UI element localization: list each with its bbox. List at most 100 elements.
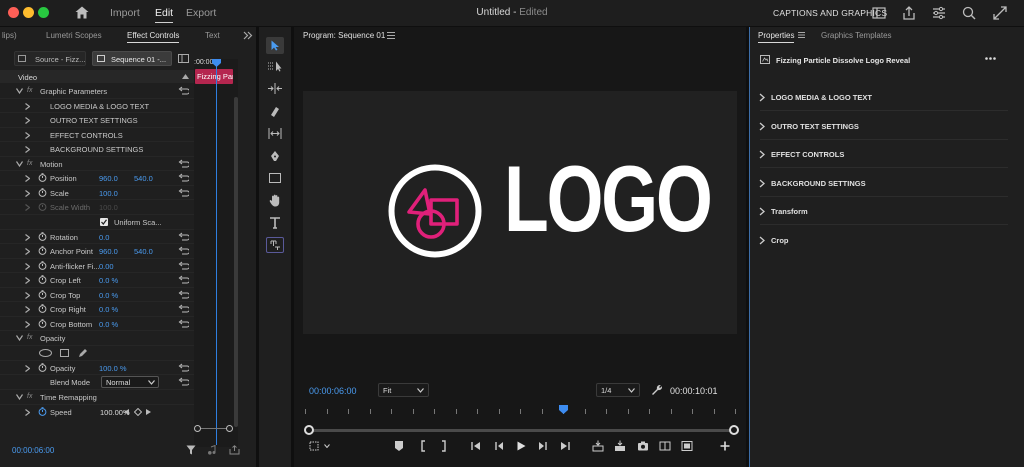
reset-icon[interactable] bbox=[178, 188, 189, 198]
go-to-in-icon[interactable] bbox=[470, 440, 482, 452]
anchor-y-value[interactable]: 540.0 bbox=[134, 247, 153, 256]
reset-icon[interactable] bbox=[178, 232, 189, 242]
menu-icon[interactable] bbox=[387, 32, 395, 39]
next-keyframe-icon[interactable] bbox=[146, 408, 151, 415]
fit-dropdown[interactable]: Fit bbox=[378, 383, 429, 397]
video-preview[interactable]: LOGO bbox=[303, 91, 737, 334]
row-motion[interactable]: fx Motion bbox=[0, 157, 194, 171]
ellipse-mask-icon[interactable] bbox=[39, 348, 52, 357]
row-scale[interactable]: Scale 100.0 bbox=[0, 186, 194, 200]
add-keyframe-icon[interactable] bbox=[134, 407, 142, 416]
panel-layout-icon[interactable] bbox=[871, 5, 887, 21]
chevron-right-icon[interactable] bbox=[25, 262, 30, 270]
row-blend-mode[interactable]: Blend Mode Normal bbox=[0, 375, 194, 390]
resolution-dropdown[interactable]: 1/4 bbox=[596, 383, 640, 397]
safe-margins-icon[interactable] bbox=[308, 440, 320, 452]
reset-icon[interactable] bbox=[178, 290, 189, 300]
chevron-right-icon[interactable] bbox=[25, 277, 30, 284]
effect-controls-timecode[interactable]: 00:00:06:00 bbox=[12, 446, 54, 455]
tab-lumetri-scopes[interactable]: Lumetri Scopes bbox=[46, 31, 102, 40]
crop-bottom-value[interactable]: 0.0 % bbox=[99, 320, 118, 329]
opacity-value[interactable]: 100.0 % bbox=[99, 364, 127, 373]
mark-out-icon[interactable] bbox=[437, 440, 449, 452]
stopwatch-icon[interactable] bbox=[38, 304, 47, 313]
monitor-zoom-bar[interactable] bbox=[310, 429, 734, 432]
crop-top-value[interactable]: 0.0 % bbox=[99, 291, 118, 300]
nav-edit[interactable]: Edit bbox=[155, 7, 174, 23]
row-crop-top[interactable]: Crop Top 0.0 % bbox=[0, 288, 194, 302]
row-anti-flicker[interactable]: Anti-flicker Fi... 0.00 bbox=[0, 259, 194, 273]
scale-value[interactable]: 100.0 bbox=[99, 189, 118, 198]
reset-icon[interactable] bbox=[178, 261, 189, 271]
comparison-view-icon[interactable] bbox=[659, 440, 671, 452]
close-window-button[interactable] bbox=[8, 7, 19, 18]
row-background-settings[interactable]: BACKGROUND SETTINGS bbox=[0, 142, 194, 157]
tab-text[interactable]: Text bbox=[205, 31, 220, 40]
chevron-right-icon[interactable] bbox=[25, 175, 30, 182]
hand-tool-icon[interactable] bbox=[269, 194, 281, 207]
anchor-x-value[interactable]: 960.0 bbox=[99, 247, 118, 256]
stopwatch-icon[interactable] bbox=[38, 173, 47, 182]
selection-tool[interactable] bbox=[266, 37, 284, 54]
mark-in-icon[interactable] bbox=[418, 440, 430, 452]
add-button-icon[interactable] bbox=[719, 440, 731, 452]
section-crop[interactable]: Crop bbox=[759, 229, 1008, 254]
row-time-remapping[interactable]: fx Time Remapping bbox=[0, 390, 194, 405]
chevron-right-icon[interactable] bbox=[25, 291, 30, 299]
reset-icon[interactable] bbox=[178, 304, 189, 314]
stopwatch-icon[interactable] bbox=[38, 275, 47, 284]
row-crop-bottom[interactable]: Crop Bottom 0.0 % bbox=[0, 317, 194, 331]
insert-icon[interactable] bbox=[592, 440, 604, 452]
tab-properties[interactable]: Properties bbox=[758, 31, 795, 43]
anti-flicker-value[interactable]: 0.00 bbox=[99, 262, 114, 271]
playhead-handle-icon[interactable] bbox=[212, 59, 221, 67]
zoom-bar-handle-right[interactable] bbox=[729, 425, 739, 435]
section-outro-text[interactable]: OUTRO TEXT SETTINGS bbox=[759, 115, 1008, 140]
maximize-window-button[interactable] bbox=[38, 7, 49, 18]
section-effect-controls[interactable]: EFFECT CONTROLS bbox=[759, 143, 1008, 168]
fullscreen-icon[interactable] bbox=[992, 5, 1008, 21]
export-frame-icon[interactable] bbox=[637, 440, 649, 452]
mini-playhead[interactable] bbox=[216, 61, 217, 445]
section-logo-media[interactable]: LOGO MEDIA & LOGO TEXT bbox=[759, 86, 1008, 111]
chevron-down-icon[interactable] bbox=[16, 160, 23, 167]
chevron-right-icon[interactable] bbox=[25, 117, 30, 124]
pen-mask-icon[interactable] bbox=[78, 348, 88, 358]
stopwatch-icon[interactable] bbox=[38, 246, 47, 255]
time-ruler[interactable] bbox=[305, 408, 736, 418]
stopwatch-icon[interactable] bbox=[38, 406, 47, 416]
position-x-value[interactable]: 960.0 bbox=[99, 174, 118, 183]
more-panels-icon[interactable] bbox=[243, 31, 253, 40]
stopwatch-icon[interactable] bbox=[38, 187, 47, 197]
source-clip-tab[interactable]: Source - Fizz... bbox=[14, 51, 86, 66]
stopwatch-icon[interactable] bbox=[38, 362, 47, 372]
stopwatch-icon[interactable] bbox=[38, 318, 47, 328]
menu-icon[interactable] bbox=[798, 32, 805, 38]
chevron-right-icon[interactable] bbox=[25, 408, 30, 416]
row-anchor-point[interactable]: Anchor Point 960.0 540.0 bbox=[0, 244, 194, 259]
step-back-icon[interactable] bbox=[493, 440, 505, 452]
slip-icon[interactable] bbox=[268, 128, 282, 139]
row-position[interactable]: Position 960.0 540.0 bbox=[0, 171, 194, 186]
chevron-down-icon[interactable] bbox=[324, 444, 330, 448]
audio-icon[interactable] bbox=[207, 445, 218, 455]
tab-clips[interactable]: lips) bbox=[2, 31, 17, 40]
row-uniform-scale[interactable]: Uniform Sca... bbox=[0, 215, 194, 230]
proxy-toggle-icon[interactable] bbox=[681, 440, 693, 452]
nav-export[interactable]: Export bbox=[186, 7, 216, 19]
chevron-down-icon[interactable] bbox=[16, 394, 23, 400]
prev-keyframe-icon[interactable] bbox=[124, 408, 129, 415]
go-to-out-icon[interactable] bbox=[559, 440, 571, 452]
zoom-handle-right[interactable] bbox=[226, 425, 233, 432]
row-graphic-parameters[interactable]: fx Graphic Parameters bbox=[0, 84, 194, 99]
chevron-right-icon[interactable] bbox=[25, 189, 30, 197]
chevron-right-icon[interactable] bbox=[25, 320, 30, 328]
home-icon[interactable] bbox=[75, 6, 89, 19]
scrollbar[interactable] bbox=[234, 97, 238, 427]
track-select-icon[interactable] bbox=[268, 61, 282, 72]
row-speed[interactable]: Speed 100.00% bbox=[0, 405, 194, 420]
chevron-right-icon[interactable] bbox=[25, 248, 30, 255]
section-transform[interactable]: Transform bbox=[759, 200, 1008, 225]
row-crop-left[interactable]: Crop Left 0.0 % bbox=[0, 273, 194, 288]
program-title[interactable]: Program: Sequence 01 bbox=[303, 31, 385, 40]
